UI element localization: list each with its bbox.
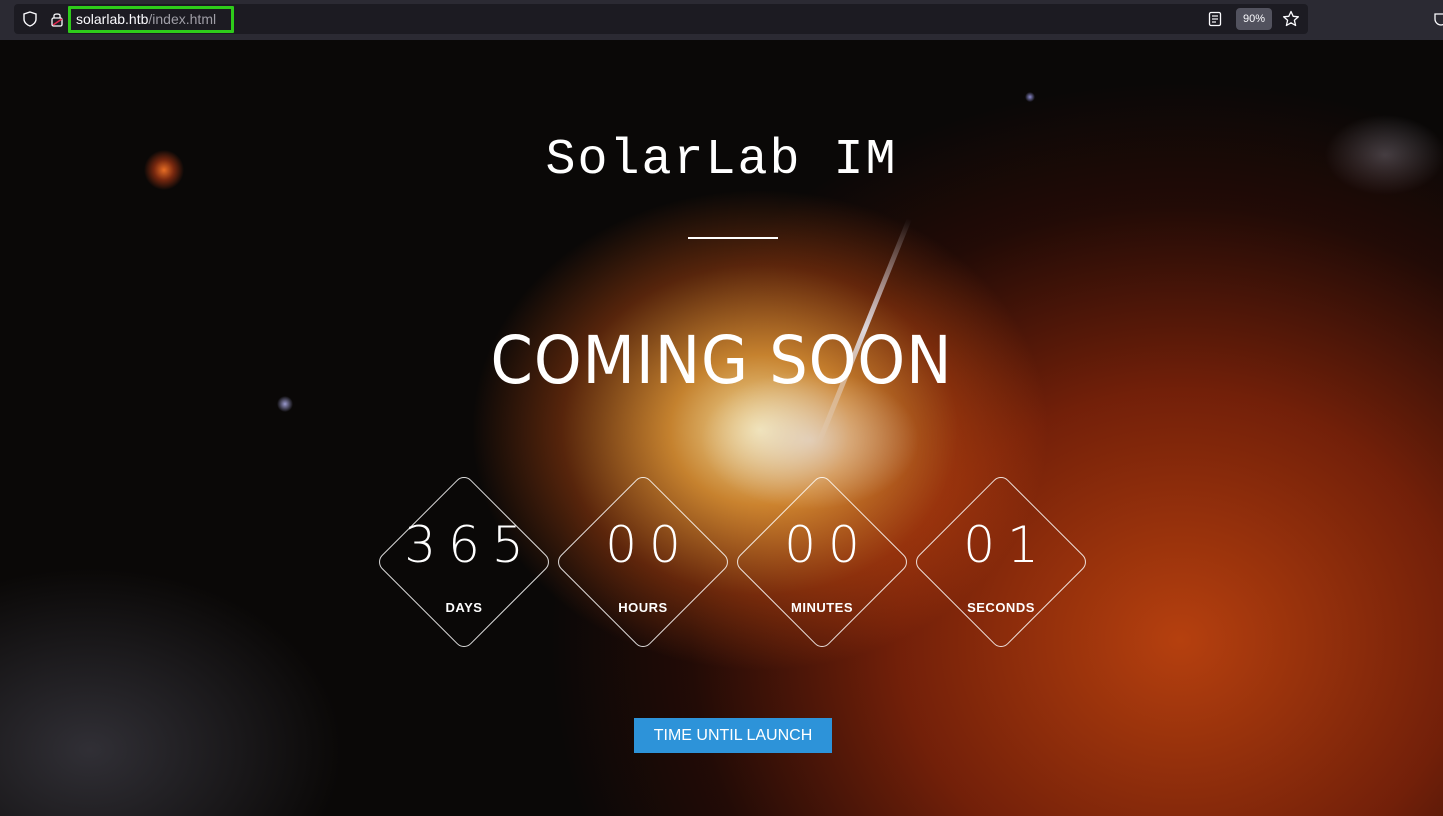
url-text[interactable]: solarlab.htb/index.html — [68, 6, 234, 33]
coming-soon-heading: COMING SOON — [490, 322, 953, 399]
title-divider — [688, 237, 778, 239]
countdown-minutes-value: 00 — [784, 516, 872, 574]
countdown-seconds-value: 01 — [963, 516, 1051, 574]
countdown-minutes-label: MINUTES — [791, 600, 853, 615]
pocket-icon[interactable] — [1434, 11, 1443, 27]
lock-icon[interactable] — [50, 11, 64, 27]
page-content: SolarLab IM COMING SOON 365 DAYS 00 HOUR… — [0, 40, 1443, 816]
countdown-seconds-label: SECONDS — [967, 600, 1035, 615]
shield-icon[interactable] — [22, 11, 38, 27]
countdown-days-value: 365 — [404, 516, 536, 574]
countdown-minutes: 00 MINUTES — [732, 472, 912, 652]
reader-view-icon[interactable] — [1208, 11, 1222, 27]
countdown-hours-value: 00 — [605, 516, 693, 574]
url-path: /index.html — [148, 11, 217, 27]
site-title: SolarLab IM — [545, 132, 898, 189]
browser-toolbar: solarlab.htb/index.html 90% — [0, 0, 1443, 40]
countdown-seconds: 01 SECONDS — [911, 472, 1091, 652]
time-until-launch-button[interactable]: TIME UNTIL LAUNCH — [634, 718, 832, 753]
url-host: solarlab.htb — [76, 11, 149, 27]
countdown-hours: 00 HOURS — [553, 472, 733, 652]
countdown-days-label: DAYS — [445, 600, 483, 615]
countdown-days: 365 DAYS — [374, 472, 554, 652]
zoom-level-button[interactable]: 90% — [1236, 8, 1272, 30]
bookmark-star-icon[interactable] — [1282, 10, 1300, 28]
countdown-hours-label: HOURS — [618, 600, 668, 615]
